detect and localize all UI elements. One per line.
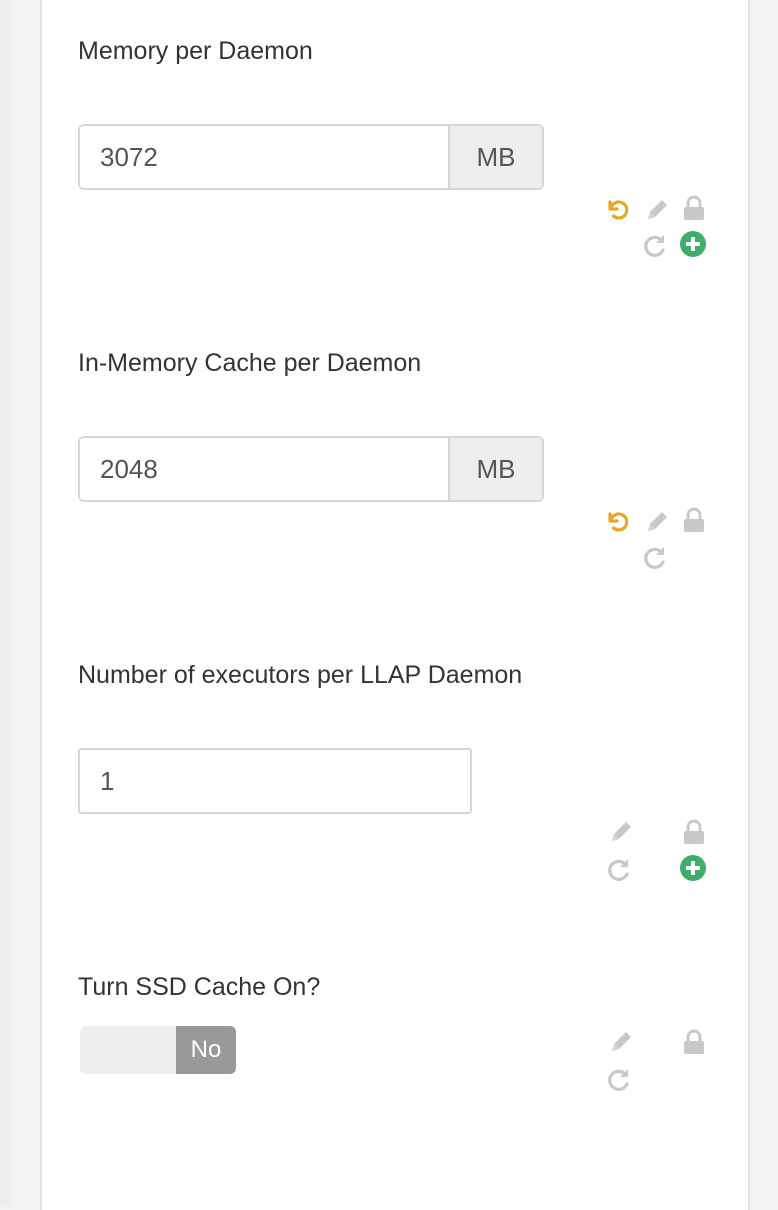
in-memory-cache-input[interactable]: 2048 xyxy=(80,438,448,500)
in-memory-cache-field: 2048 MB xyxy=(78,436,544,502)
toggle-track xyxy=(80,1026,176,1074)
refresh-icon[interactable] xyxy=(605,1066,633,1094)
config-label-in-memory-cache: In-Memory Cache per Daemon xyxy=(78,349,422,377)
config-label-memory-per-daemon: Memory per Daemon xyxy=(78,37,313,65)
refresh-icon[interactable] xyxy=(641,232,669,260)
toggle-state-label: No xyxy=(176,1026,236,1074)
left-gutter xyxy=(0,0,10,1206)
unit-label: MB xyxy=(448,438,542,500)
pencil-icon[interactable] xyxy=(607,1028,635,1056)
ssd-cache-toggle[interactable]: No xyxy=(80,1026,236,1074)
refresh-icon[interactable] xyxy=(605,856,633,884)
undo-icon[interactable] xyxy=(603,196,631,224)
memory-per-daemon-input[interactable]: 3072 xyxy=(80,126,448,188)
pencil-icon[interactable] xyxy=(643,196,671,224)
refresh-icon[interactable] xyxy=(641,544,669,572)
config-label-ssd-cache: Turn SSD Cache On? xyxy=(78,973,321,1001)
lock-icon xyxy=(680,506,708,534)
unit-label: MB xyxy=(448,126,542,188)
add-circle-icon[interactable] xyxy=(679,854,707,882)
lock-icon xyxy=(680,194,708,222)
add-circle-icon[interactable] xyxy=(679,230,707,258)
undo-icon[interactable] xyxy=(603,508,631,536)
lock-icon xyxy=(680,818,708,846)
pencil-icon[interactable] xyxy=(607,818,635,846)
pencil-icon[interactable] xyxy=(643,508,671,536)
lock-icon xyxy=(680,1028,708,1056)
memory-per-daemon-field: 3072 MB xyxy=(78,124,544,190)
config-label-number-of-executors: Number of executors per LLAP Daemon xyxy=(78,661,523,689)
number-of-executors-input[interactable]: 1 xyxy=(78,748,472,814)
